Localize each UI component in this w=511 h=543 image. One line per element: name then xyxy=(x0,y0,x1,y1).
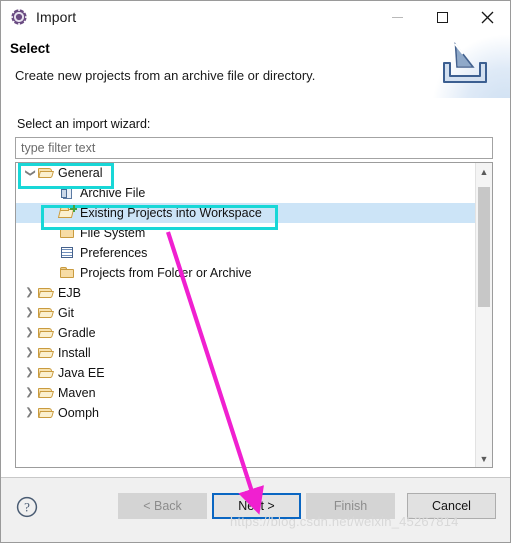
import-wizard-tree[interactable]: ❯ General Archive File Existing Projects … xyxy=(15,162,493,468)
title-bar: Import xyxy=(1,1,510,33)
tree-item[interactable]: Archive File xyxy=(16,183,475,203)
maximize-icon[interactable] xyxy=(420,1,465,33)
folder-open-icon xyxy=(37,345,55,361)
archive-file-icon xyxy=(59,185,77,201)
tree-item-label: Maven xyxy=(58,385,96,400)
tree-item-label: Install xyxy=(58,345,91,360)
tree-item[interactable]: ❯ Install xyxy=(16,343,475,363)
tree-item-list[interactable]: ❯ General Archive File Existing Projects … xyxy=(16,163,475,467)
tree-item[interactable]: ❯ Oomph xyxy=(16,403,475,423)
tree-item-label: Existing Projects into Workspace xyxy=(80,205,262,220)
minimize-icon[interactable] xyxy=(375,1,420,33)
existing-projects-icon xyxy=(59,205,77,221)
wizard-body: Select an import wizard: type filter tex… xyxy=(1,99,510,477)
tree-item[interactable]: ❯ General xyxy=(16,163,475,183)
folder-open-icon xyxy=(37,285,55,301)
next-button[interactable]: Next > xyxy=(212,493,301,519)
tree-item[interactable]: ❯ Maven xyxy=(16,383,475,403)
folder-open-icon xyxy=(37,385,55,401)
folder-open-icon xyxy=(37,365,55,381)
tree-scrollbar[interactable]: ▲ ▼ xyxy=(475,163,492,467)
tree-item[interactable]: Projects from Folder or Archive xyxy=(16,263,475,283)
chevron-right-icon[interactable]: ❯ xyxy=(22,328,37,338)
import-tray-arrow-icon xyxy=(436,41,494,96)
tree-item-label: Projects from Folder or Archive xyxy=(80,265,252,280)
select-wizard-label: Select an import wizard: xyxy=(17,117,151,131)
svg-text:?: ? xyxy=(24,500,30,515)
chevron-right-icon[interactable]: ❯ xyxy=(22,348,37,358)
tree-indent-spacer xyxy=(44,228,59,238)
tree-item[interactable]: ❯ Java EE xyxy=(16,363,475,383)
wizard-header: Select Create new projects from an archi… xyxy=(1,33,510,100)
tree-item-label: File System xyxy=(80,225,146,240)
tree-item[interactable]: File System xyxy=(16,223,475,243)
tree-indent-spacer xyxy=(44,188,59,198)
finish-button[interactable]: Finish xyxy=(306,493,395,519)
tree-item-label: Preferences xyxy=(80,245,148,260)
close-icon[interactable] xyxy=(465,1,510,33)
cancel-button[interactable]: Cancel xyxy=(407,493,496,519)
tree-item-label: Java EE xyxy=(58,365,105,380)
dialog-footer: ? < Back Next > Finish Cancel xyxy=(1,477,510,542)
chevron-right-icon[interactable]: ❯ xyxy=(22,388,37,398)
tree-item-label: General xyxy=(58,165,103,180)
chevron-down-icon[interactable]: ❯ xyxy=(25,166,36,181)
folder-icon xyxy=(59,265,77,281)
back-button[interactable]: < Back xyxy=(118,493,207,519)
chevron-right-icon[interactable]: ❯ xyxy=(22,408,37,418)
preferences-icon xyxy=(59,245,77,261)
eclipse-import-gear-icon xyxy=(10,8,28,26)
tree-item[interactable]: ❯ EJB xyxy=(16,283,475,303)
page-description: Create new projects from an archive file… xyxy=(15,68,316,83)
tree-item-label: Archive File xyxy=(80,185,146,200)
filter-input-wrapper[interactable]: type filter text xyxy=(15,137,493,159)
chevron-right-icon[interactable]: ❯ xyxy=(22,368,37,378)
folder-open-icon xyxy=(37,325,55,341)
help-question-icon[interactable]: ? xyxy=(16,496,38,518)
tree-item-label: EJB xyxy=(58,285,81,300)
chevron-up-icon[interactable]: ▲ xyxy=(476,163,492,180)
tree-indent-spacer xyxy=(44,268,59,278)
tree-item-label: Git xyxy=(58,305,74,320)
folder-icon xyxy=(59,225,77,241)
tree-indent-spacer xyxy=(44,248,59,258)
tree-item[interactable]: ❯ Git xyxy=(16,303,475,323)
import-wizard-dialog: Import Select Create new projects from a… xyxy=(0,0,511,543)
window-title: Import xyxy=(36,9,77,25)
tree-item[interactable]: Preferences xyxy=(16,243,475,263)
tree-item[interactable]: Existing Projects into Workspace xyxy=(16,203,475,223)
folder-open-icon xyxy=(37,305,55,321)
folder-open-icon xyxy=(37,165,55,181)
chevron-down-icon[interactable]: ▼ xyxy=(476,450,492,467)
tree-indent-spacer xyxy=(44,208,59,218)
tree-item-label: Oomph xyxy=(58,405,99,420)
page-title: Select xyxy=(10,41,50,56)
header-banner xyxy=(409,33,510,98)
filter-input-placeholder: type filter text xyxy=(21,141,96,155)
tree-item-label: Gradle xyxy=(58,325,96,340)
chevron-right-icon[interactable]: ❯ xyxy=(22,308,37,318)
scrollbar-thumb[interactable] xyxy=(478,187,490,307)
folder-open-icon xyxy=(37,405,55,421)
chevron-right-icon[interactable]: ❯ xyxy=(22,288,37,298)
tree-item[interactable]: ❯ Gradle xyxy=(16,323,475,343)
window-controls xyxy=(375,1,510,33)
